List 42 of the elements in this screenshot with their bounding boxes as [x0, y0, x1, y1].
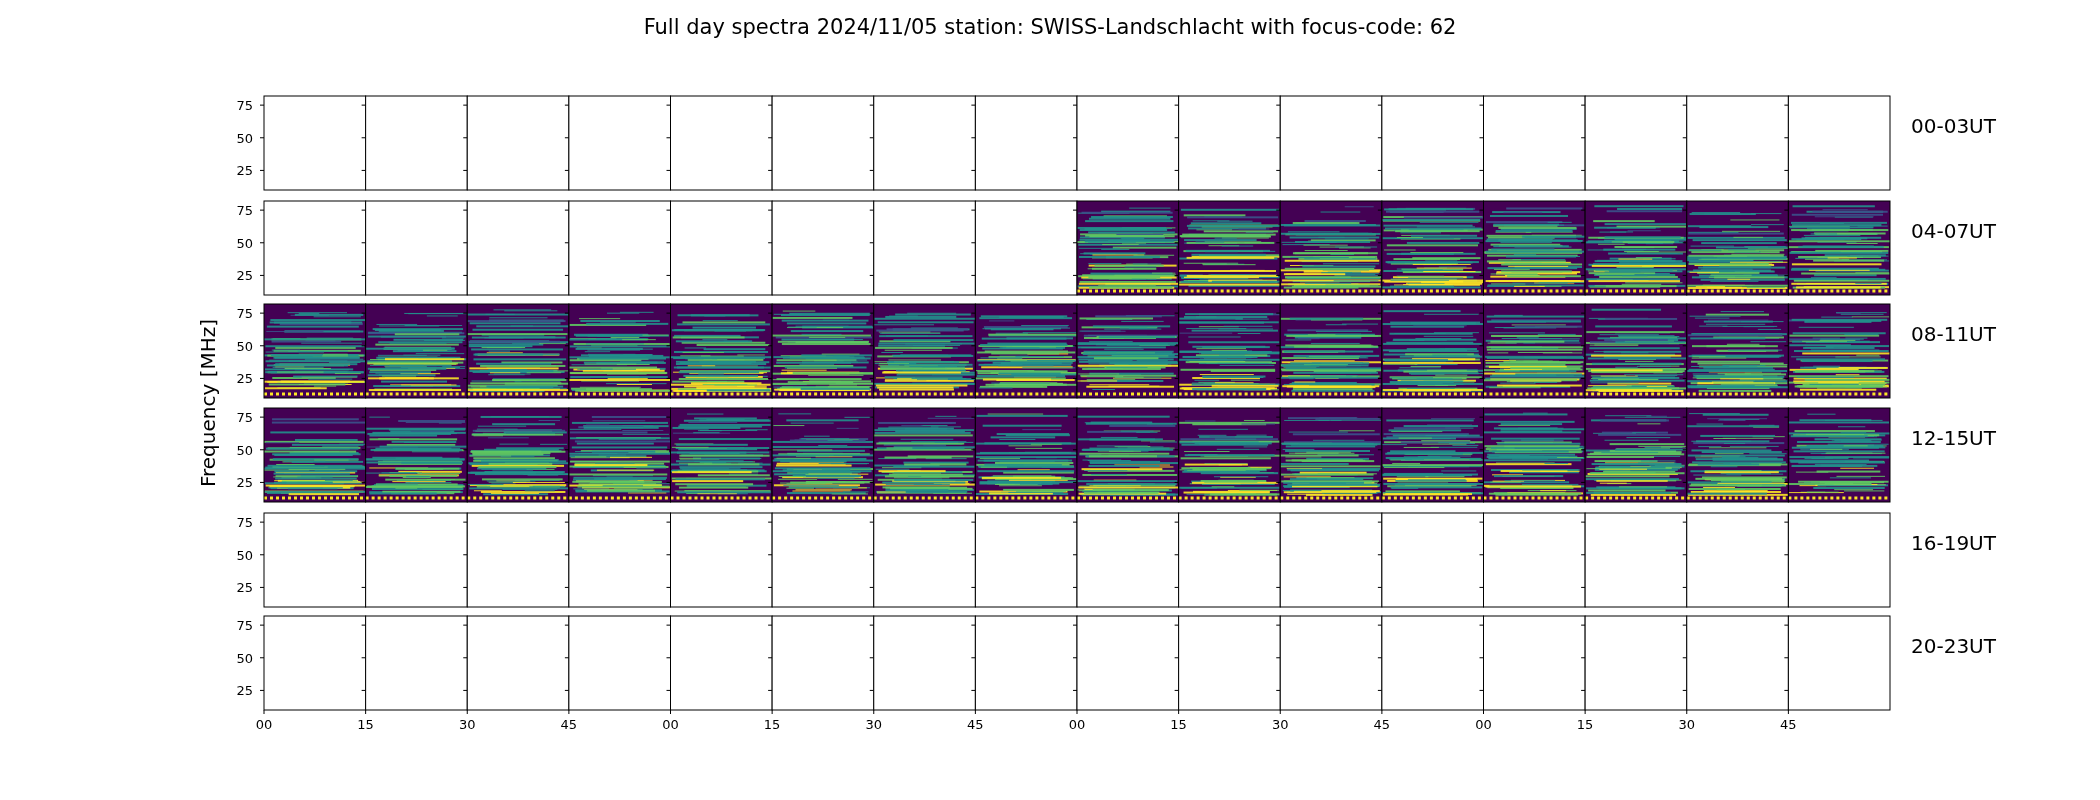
y-tick-label: 50: [236, 235, 253, 251]
x-tick-label: 15: [763, 717, 781, 732]
x-tick-label: 00: [1475, 717, 1492, 732]
y-tick-label: 25: [236, 371, 253, 387]
x-tick-label: 15: [357, 717, 374, 732]
row-time-label: 12-15UT: [1911, 426, 1996, 450]
y-tick-label: 50: [236, 650, 253, 666]
y-tick-label: 75: [236, 515, 253, 531]
x-tick-label: 45: [1780, 717, 1797, 732]
x-tick-label: 45: [1373, 717, 1391, 732]
y-tick-label: 25: [236, 683, 253, 699]
x-tick-label: 00: [662, 717, 679, 732]
y-tick-label: 50: [236, 547, 253, 563]
x-tick-label: 45: [560, 717, 578, 732]
y-tick-label: 50: [236, 130, 253, 146]
y-axis-label: Frequency [MHz]: [196, 318, 220, 488]
x-tick-label: 30: [1272, 717, 1289, 732]
row-time-label: 04-07UT: [1911, 219, 1996, 243]
y-tick-label: 75: [236, 410, 253, 426]
x-tick-label: 15: [1170, 717, 1187, 732]
y-tick-label: 75: [236, 203, 253, 219]
y-tick-label: 25: [236, 163, 253, 179]
x-tick-label: 45: [967, 717, 984, 732]
y-tick-label: 50: [236, 442, 253, 458]
row-time-label: 20-23UT: [1911, 634, 1996, 658]
x-tick-label: 00: [255, 717, 273, 732]
x-tick-label: 00: [1068, 717, 1086, 732]
figure-title: Full day spectra 2024/11/05 station: SWISS-Landschlacht with focus-code: 62: [643, 14, 1457, 40]
y-tick-label: 25: [236, 268, 253, 284]
y-tick-label: 75: [236, 98, 253, 114]
y-tick-label: 75: [236, 306, 253, 322]
x-tick-label: 30: [459, 717, 476, 732]
x-tick-label: 15: [1576, 717, 1594, 732]
y-tick-label: 50: [236, 338, 253, 354]
row-time-label: 00-03UT: [1911, 114, 1996, 138]
y-tick-label: 75: [236, 618, 253, 634]
x-tick-label: 30: [1678, 717, 1695, 732]
y-tick-label: 25: [236, 475, 253, 491]
x-tick-label: 30: [865, 717, 882, 732]
y-tick-label: 25: [236, 580, 253, 596]
row-time-label: 16-19UT: [1911, 531, 1996, 555]
row-time-label: 08-11UT: [1911, 322, 1996, 346]
